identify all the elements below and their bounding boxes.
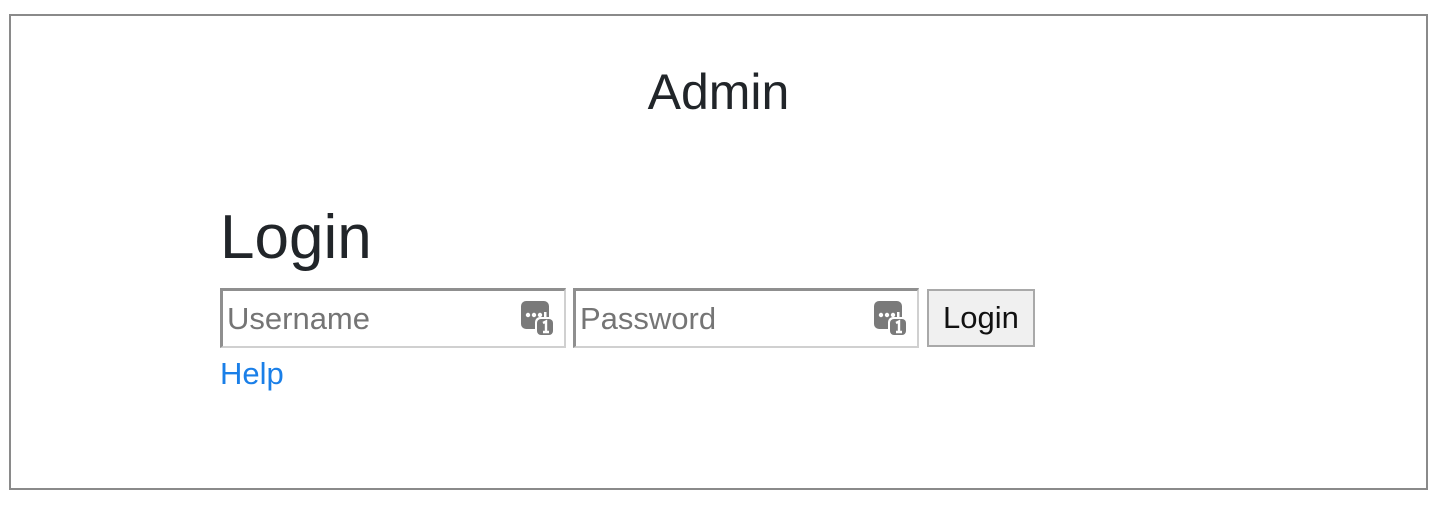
help-link[interactable]: Help bbox=[220, 354, 284, 394]
username-field-wrapper bbox=[220, 288, 566, 348]
password-input[interactable] bbox=[576, 291, 917, 346]
password-manager-icon[interactable] bbox=[874, 301, 908, 337]
login-heading: Login bbox=[220, 203, 372, 272]
login-form: Login bbox=[220, 288, 1035, 348]
password-field-wrapper bbox=[573, 288, 919, 348]
username-input[interactable] bbox=[223, 291, 564, 346]
password-manager-icon[interactable] bbox=[521, 301, 555, 337]
page-title: Admin bbox=[647, 64, 790, 120]
login-button[interactable]: Login bbox=[927, 289, 1035, 347]
page-frame: Admin Login Username Login Help bbox=[9, 14, 1428, 490]
